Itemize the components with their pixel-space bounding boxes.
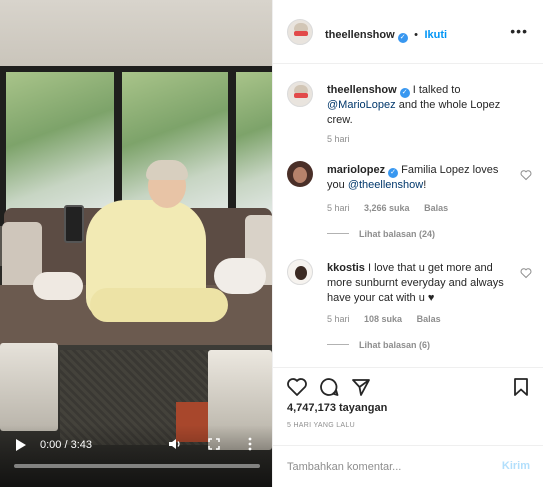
mention-link[interactable]: @MarioLopez <box>327 99 396 111</box>
bookmark-icon[interactable] <box>510 376 532 398</box>
view-replies-button[interactable]: Lihat balasan (24) <box>327 229 435 239</box>
reply-button[interactable]: Balas <box>417 314 441 324</box>
scene-table <box>0 343 58 431</box>
verified-icon: ✓ <box>397 33 408 43</box>
video-progress-bar[interactable] <box>14 464 260 468</box>
separator-dot: • <box>414 29 418 41</box>
play-icon[interactable] <box>16 439 26 451</box>
verified-icon: ✓ <box>399 88 410 98</box>
comment-composer: Kirim <box>273 445 543 487</box>
commenter-avatar[interactable] <box>287 161 313 187</box>
author-username[interactable]: theellenshow <box>325 29 395 41</box>
comment-text: kkostis I love that u get more and more … <box>327 262 504 304</box>
comment-username[interactable]: mariolopez <box>327 164 385 176</box>
more-vertical-icon[interactable] <box>248 437 252 451</box>
comment-meta: 5 hari 108 suka Balas <box>327 314 453 324</box>
scene-ceiling <box>0 0 272 70</box>
author-avatar[interactable] <box>287 19 313 45</box>
comment-input[interactable] <box>287 458 487 476</box>
follow-button[interactable]: Ikuti <box>424 29 447 41</box>
post-comment-button[interactable]: Kirim <box>502 460 530 472</box>
view-replies-button[interactable]: Lihat balasan (6) <box>327 340 430 350</box>
post-header: theellenshow ✓ • Ikuti ••• <box>273 0 543 64</box>
video-controls: 0:00 / 3:43 <box>0 425 272 487</box>
comment-icon[interactable] <box>318 376 340 398</box>
verified-icon: ✓ <box>388 168 399 178</box>
caption-username[interactable]: theellenshow <box>327 84 397 96</box>
video-player[interactable]: 0:00 / 3:43 <box>0 0 272 487</box>
post-panel: theellenshow ✓ • Ikuti ••• theellenshow ✓ … <box>272 0 543 487</box>
scene-phone <box>64 205 84 243</box>
author-avatar[interactable] <box>287 81 313 107</box>
fullscreen-icon[interactable] <box>208 438 220 450</box>
scene-cat <box>33 272 83 300</box>
comment-text: mariolopez ✓ Familia Lopez loves you @the… <box>327 164 499 191</box>
like-comment-icon[interactable] <box>520 169 532 181</box>
comment-time: 5 hari <box>327 203 350 213</box>
like-comment-icon[interactable] <box>520 267 532 279</box>
post-actions: 4,747,173 tayangan 5 HARI YANG LALU Kiri… <box>273 367 543 487</box>
share-icon[interactable] <box>350 376 372 398</box>
video-time: 0:00 / 3:43 <box>40 439 92 451</box>
commenter-avatar[interactable] <box>287 259 313 285</box>
volume-icon[interactable] <box>168 437 182 451</box>
comment-likes[interactable]: 108 suka <box>364 314 402 324</box>
comment-username[interactable]: kkostis <box>327 262 365 274</box>
caption-text: theellenshow ✓ I talked to @MarioLopez an… <box>327 84 501 126</box>
reply-button[interactable]: Balas <box>424 203 448 213</box>
post-age: 5 HARI YANG LALU <box>287 422 355 429</box>
comment-likes[interactable]: 3,266 suka <box>364 203 410 213</box>
caption-meta: 5 hari <box>327 134 362 144</box>
video-frame <box>0 0 272 487</box>
comment-time: 5 hari <box>327 314 350 324</box>
comment-meta: 5 hari 3,266 suka Balas <box>327 203 460 213</box>
caption-time: 5 hari <box>327 134 350 144</box>
scene-cat <box>214 258 266 294</box>
view-count[interactable]: 4,747,173 tayangan <box>287 402 387 414</box>
mention-link[interactable]: @theellenshow <box>348 179 423 191</box>
heart-icon[interactable] <box>286 376 308 398</box>
comments-list: theellenshow ✓ I talked to @MarioLopez an… <box>273 64 543 367</box>
author-line: theellenshow ✓ • Ikuti <box>325 25 447 43</box>
more-options-icon[interactable]: ••• <box>510 24 528 38</box>
